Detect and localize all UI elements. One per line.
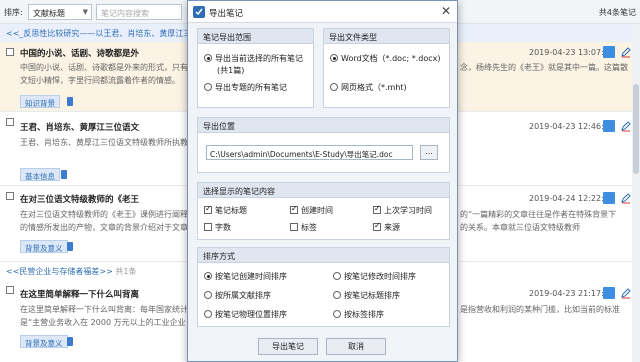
note-title: 在对三位语文特级教师的《老王: [20, 195, 140, 205]
sort-select[interactable]: 文献标题 ▼: [28, 4, 92, 20]
checkbox-icon[interactable]: [6, 118, 14, 126]
note-title: 中国的小说、话剧、诗歌都是外: [20, 49, 140, 59]
export-button[interactable]: 导出笔记: [258, 338, 318, 355]
checkbox-icon: [204, 204, 212, 214]
export-notes-dialog: 导出笔记 ✕ 笔记导出范围 导出当前选择的所有笔记 (共1篇) 导出专题的所有笔…: [187, 0, 458, 362]
attachment-icon[interactable]: [60, 169, 68, 180]
file-type-section: 导出文件类型 Word文档（*.doc; *.docx) 网页格式（*.mht): [323, 28, 450, 108]
note-search-input[interactable]: 笔记内容搜索: [96, 4, 182, 20]
radio-icon: [204, 272, 212, 280]
export-path-input[interactable]: C:\Users\admin\Documents\E-Study\导出笔记.do…: [206, 145, 413, 160]
radio-icon: [333, 310, 341, 318]
note-tag[interactable]: 背景及意义: [20, 240, 68, 253]
radio-icon: [333, 272, 341, 280]
edit-icon[interactable]: [620, 287, 632, 299]
note-count: 共4条笔记: [598, 8, 636, 17]
note-tag[interactable]: 知识背景: [20, 95, 60, 108]
section-header: 笔记导出范围: [198, 29, 313, 44]
note-time: 2019-04-23 21:17:08: [529, 289, 614, 298]
dialog-title: 导出笔记: [209, 9, 244, 19]
scope-option-count: (共1篇): [217, 66, 245, 75]
note-tag[interactable]: 背景及意义: [20, 335, 68, 348]
filetype-mht[interactable]: 网页格式（*.mht): [330, 82, 407, 93]
sort-title-option[interactable]: 按笔记标题排序: [333, 290, 400, 301]
radio-icon: [330, 54, 338, 62]
sort-document-option[interactable]: 按所属文献排序: [204, 290, 271, 301]
radio-icon: [204, 310, 212, 318]
note-time: 2019-04-23 12:46:58: [529, 122, 614, 131]
checkbox-icon[interactable]: [6, 48, 14, 56]
cancel-button[interactable]: 取消: [326, 338, 386, 355]
export-icon[interactable]: [603, 192, 615, 204]
radio-icon: [204, 54, 212, 62]
browse-button[interactable]: ...: [420, 145, 438, 160]
attachment-icon[interactable]: [66, 241, 74, 252]
checkbox-icon[interactable]: [6, 192, 14, 200]
field-source-checkbox[interactable]: 来源: [373, 221, 400, 233]
checkbox-icon[interactable]: [6, 286, 14, 294]
dialog-titlebar: 导出笔记 ✕: [188, 1, 457, 23]
section-header: 选择显示的笔记内容: [198, 183, 449, 198]
export-icon[interactable]: [603, 46, 615, 58]
note-tag[interactable]: 基本信息: [20, 168, 60, 181]
sort-position-option[interactable]: 按笔记物理位置排序: [204, 309, 287, 320]
field-tags-checkbox[interactable]: 标签: [290, 222, 317, 233]
export-scope-section: 笔记导出范围 导出当前选择的所有笔记 (共1篇) 导出专题的所有笔记: [197, 28, 314, 108]
sort-mode-section: 排序方式 按笔记创建时间排序 按笔记修改时间排序 按所属文献排序 按笔记标题排序…: [197, 247, 450, 327]
section-header: 导出文件类型: [324, 29, 449, 44]
radio-icon: [330, 83, 338, 91]
group-title: <<民营企业与存储者福差>>: [6, 267, 113, 276]
note-time: 2019-04-23 13:07:53: [529, 48, 614, 57]
scope-option-topic[interactable]: 导出专题的所有笔记: [204, 82, 287, 93]
checkbox-icon: [373, 204, 381, 214]
checkbox-icon: [290, 204, 298, 214]
scrollbar-thumb[interactable]: [633, 84, 639, 174]
sort-label: 排序:: [4, 8, 23, 17]
edit-icon[interactable]: [620, 192, 632, 204]
field-created-checkbox[interactable]: 创建时间: [290, 204, 333, 216]
checkbox-icon: [204, 223, 212, 231]
section-header: 导出位置: [198, 118, 449, 133]
note-title: 王君、肖培东、黄厚江三位语文: [20, 123, 140, 133]
edit-icon[interactable]: [620, 120, 632, 132]
filetype-word[interactable]: Word文档（*.doc; *.docx): [330, 53, 440, 64]
attachment-icon[interactable]: [66, 96, 74, 107]
list-scrollbar[interactable]: [632, 24, 640, 362]
sort-tag-option[interactable]: 按标签排序: [333, 309, 384, 320]
note-time: 2019-04-24 12:22:26: [529, 194, 614, 203]
sort-select-value: 文献标题: [33, 9, 65, 18]
chevron-down-icon: ▼: [82, 8, 88, 16]
note-fields-section: 选择显示的笔记内容 笔记标题 创建时间 上次学习时间 字数 标签 来源: [197, 182, 450, 240]
radio-icon: [204, 291, 212, 299]
group-count: 共1条: [115, 267, 137, 276]
edit-icon[interactable]: [620, 46, 632, 58]
export-location-section: 导出位置 C:\Users\admin\Documents\E-Study\导出…: [197, 117, 450, 173]
field-wordcount-checkbox[interactable]: 字数: [204, 222, 231, 233]
export-icon[interactable]: [603, 120, 615, 132]
attachment-icon[interactable]: [66, 336, 74, 347]
checkbox-icon: [290, 223, 298, 231]
close-icon[interactable]: ✕: [441, 4, 451, 18]
sort-modified-option[interactable]: 按笔记修改时间排序: [333, 271, 416, 282]
radio-icon: [333, 291, 341, 299]
scope-option-selected[interactable]: 导出当前选择的所有笔记: [204, 53, 303, 64]
export-icon[interactable]: [603, 287, 615, 299]
field-last-study-checkbox[interactable]: 上次学习时间: [373, 204, 432, 216]
checkbox-icon: [373, 221, 381, 231]
notes-app: 排序: 文献标题 ▼ 笔记内容搜索 共4条笔记 <<_反思性比较研究——以王君、…: [0, 0, 640, 362]
sort-created-option[interactable]: 按笔记创建时间排序: [204, 271, 287, 282]
radio-icon: [204, 83, 212, 91]
section-header: 排序方式: [198, 248, 449, 263]
app-icon: [193, 6, 205, 18]
note-title: 在这里简单解释一下什么叫背离: [20, 290, 140, 300]
field-title-checkbox[interactable]: 笔记标题: [204, 204, 247, 216]
